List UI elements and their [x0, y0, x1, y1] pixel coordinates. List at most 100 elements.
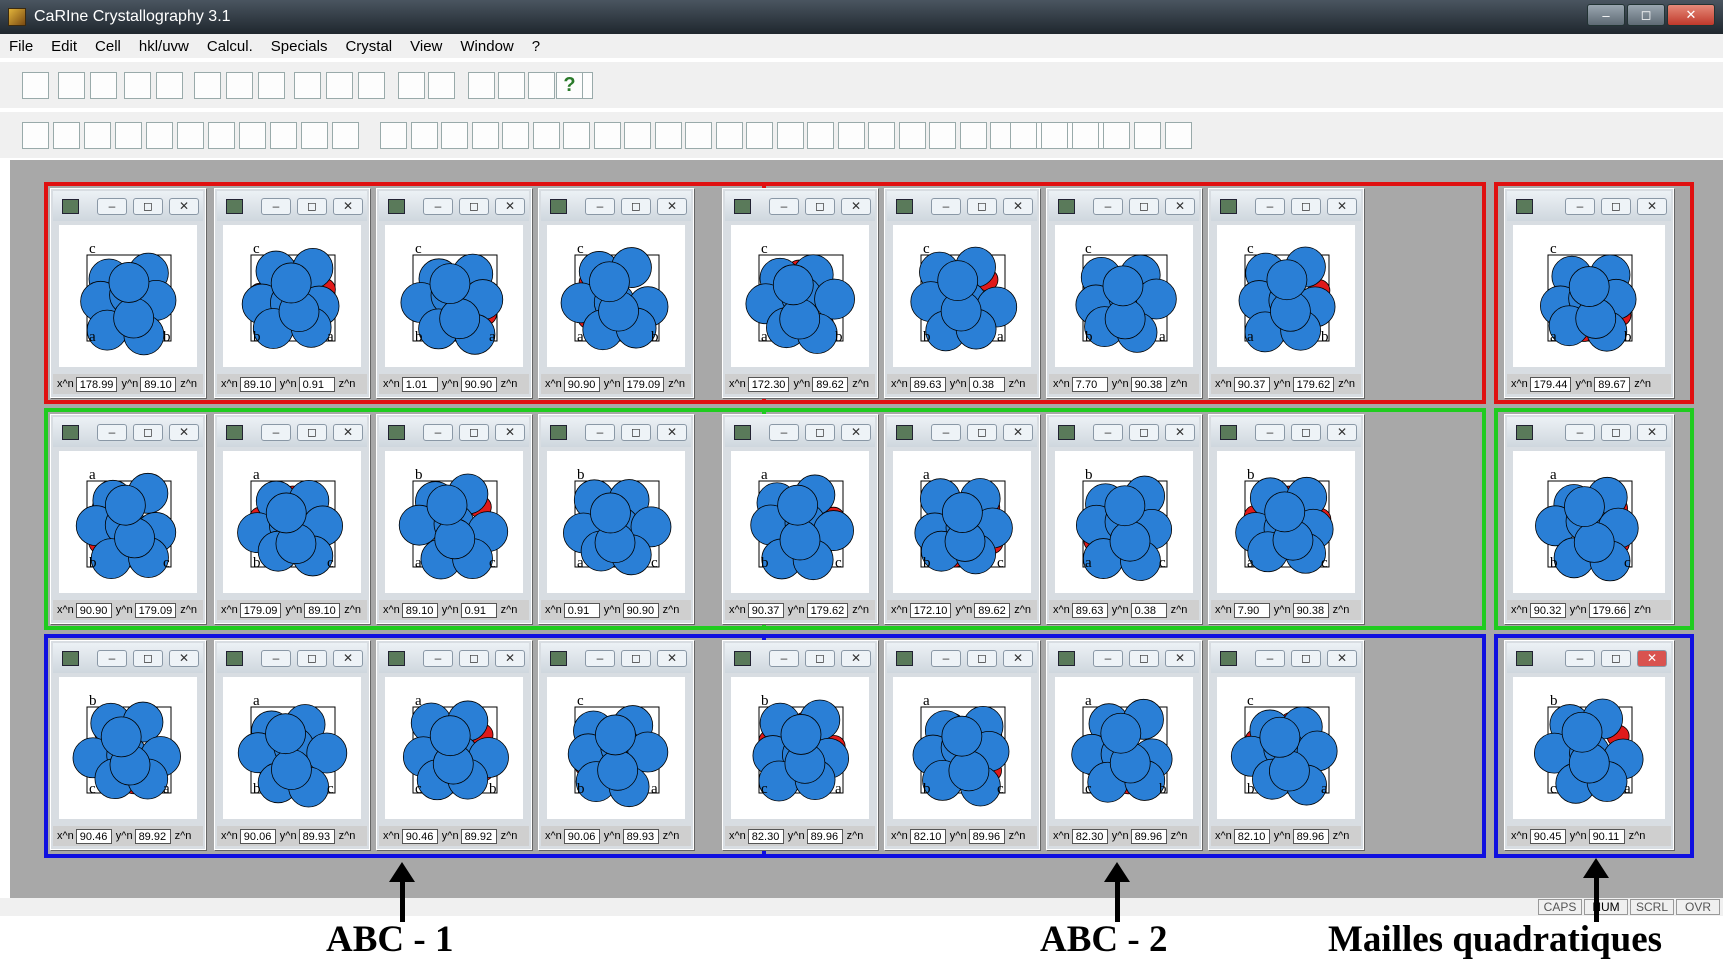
mdi-maximize-button[interactable]: ◻	[805, 650, 835, 667]
mdi-maximize-button[interactable]: ◻	[1601, 198, 1631, 215]
mdi-maximize-button[interactable]: ◻	[297, 424, 327, 441]
mdi-minimize-button[interactable]: –	[97, 424, 127, 441]
rot-x-value[interactable]: 90.90	[563, 376, 600, 392]
rot-x-value[interactable]: 7.70	[1071, 376, 1108, 392]
rot-x-value[interactable]: 82.10	[1233, 828, 1270, 844]
crystal-view-window[interactable]: – ◻ ✕ c a b x^n 178.99 y^n 89.10 z^n	[50, 188, 206, 398]
mdi-close-button[interactable]: ✕	[1003, 198, 1033, 215]
mdi-title-bar[interactable]: – ◻ ✕	[53, 417, 203, 447]
crystal-tool-29[interactable]	[899, 122, 926, 149]
crystal-view-window[interactable]: – ◻ ✕ c b a x^n 89.10 y^n 0.91 z^n	[214, 188, 370, 398]
mdi-maximize-button[interactable]: ◻	[621, 650, 651, 667]
rot-x-value[interactable]: 172.30	[747, 376, 790, 392]
mdi-minimize-button[interactable]: –	[931, 424, 961, 441]
mdi-title-bar[interactable]: – ◻ ✕	[887, 191, 1037, 221]
crystal-tool-22[interactable]	[685, 122, 712, 149]
toolbar-button-5[interactable]	[156, 72, 183, 99]
crystal-view-window[interactable]: – ◻ ✕ a b c x^n 90.06 y^n 89.93 z^n	[214, 640, 370, 850]
mdi-close-button[interactable]: ✕	[169, 198, 199, 215]
mdi-minimize-button[interactable]: –	[1093, 198, 1123, 215]
rot-x-value[interactable]: 178.99	[75, 376, 118, 392]
mdi-close-button[interactable]: ✕	[1327, 424, 1357, 441]
crystal-view-window[interactable]: – ◻ ✕ c a b x^n 179.44 y^n 89.67 z^n	[1504, 188, 1674, 398]
mdi-minimize-button[interactable]: –	[769, 198, 799, 215]
mdi-maximize-button[interactable]: ◻	[805, 198, 835, 215]
toolbar-button-6[interactable]	[194, 72, 221, 99]
mdi-title-bar[interactable]: – ◻ ✕	[725, 191, 875, 221]
crystal-view-window[interactable]: – ◻ ✕ a c b x^n 82.30 y^n 89.96 z^n	[1046, 640, 1202, 850]
mdi-close-button[interactable]: ✕	[1637, 650, 1667, 667]
rot-x-value[interactable]: 82.30	[747, 828, 784, 844]
crystal-structure-view[interactable]: a b c	[223, 451, 361, 593]
mdi-minimize-button[interactable]: –	[931, 650, 961, 667]
crystal-tool-9[interactable]	[270, 122, 297, 149]
crystal-structure-view[interactable]: a b c	[59, 451, 197, 593]
crystal-tool-30[interactable]	[929, 122, 956, 149]
mdi-maximize-button[interactable]: ◻	[1129, 650, 1159, 667]
mdi-close-button[interactable]: ✕	[841, 198, 871, 215]
crystal-structure-view[interactable]: a b c	[731, 451, 869, 593]
mdi-minimize-button[interactable]: –	[931, 198, 961, 215]
mdi-minimize-button[interactable]: –	[261, 650, 291, 667]
crystal-structure-view[interactable]: a b c	[893, 677, 1031, 819]
toolbar-button-1[interactable]	[22, 72, 49, 99]
mdi-title-bar[interactable]: – ◻ ✕	[1211, 417, 1361, 447]
crystal-tool-10[interactable]	[301, 122, 328, 149]
mdi-close-button[interactable]: ✕	[657, 650, 687, 667]
crystal-view-window[interactable]: – ◻ ✕ b a c x^n 89.10 y^n 0.91 z^n	[376, 414, 532, 624]
rot-x-value[interactable]: 89.63	[909, 376, 946, 392]
crystal-view-window[interactable]: – ◻ ✕ b c a x^n 90.45 y^n 90.11 z^n	[1504, 640, 1674, 850]
mdi-title-bar[interactable]: – ◻ ✕	[541, 417, 691, 447]
mdi-minimize-button[interactable]: –	[1565, 198, 1595, 215]
mdi-minimize-button[interactable]: –	[769, 424, 799, 441]
crystal-tool-11[interactable]	[332, 122, 359, 149]
crystal-view-window[interactable]: – ◻ ✕ c a b x^n 90.90 y^n 179.09 z^n	[538, 188, 694, 398]
mdi-minimize-button[interactable]: –	[769, 650, 799, 667]
rot-x-value[interactable]: 90.32	[1529, 602, 1566, 618]
mdi-minimize-button[interactable]: –	[423, 424, 453, 441]
crystal-structure-view[interactable]: a c b	[1055, 677, 1193, 819]
mdi-maximize-button[interactable]: ◻	[1291, 198, 1321, 215]
rot-y-value[interactable]: 89.62	[812, 376, 849, 392]
crystal-view-window[interactable]: – ◻ ✕ b a c x^n 89.63 y^n 0.38 z^n	[1046, 414, 1202, 624]
crystal-tool-15[interactable]	[472, 122, 499, 149]
minimize-button[interactable]: –	[1587, 4, 1625, 26]
crystal-structure-view[interactable]: b c a	[1513, 677, 1665, 819]
mdi-close-button[interactable]: ✕	[1003, 424, 1033, 441]
crystal-tool-21[interactable]	[655, 122, 682, 149]
crystal-view-window[interactable]: – ◻ ✕ c b a x^n 90.06 y^n 89.93 z^n	[538, 640, 694, 850]
toolbar-button-4[interactable]	[124, 72, 151, 99]
mdi-close-button[interactable]: ✕	[1165, 650, 1195, 667]
mdi-minimize-button[interactable]: –	[261, 198, 291, 215]
crystal-tool-17[interactable]	[533, 122, 560, 149]
rot-y-value[interactable]: 0.91	[460, 602, 497, 618]
mdi-minimize-button[interactable]: –	[97, 198, 127, 215]
mdi-maximize-button[interactable]: ◻	[1291, 424, 1321, 441]
menu-window[interactable]: Window	[451, 38, 522, 55]
crystal-tool-18[interactable]	[563, 122, 590, 149]
mdi-maximize-button[interactable]: ◻	[1601, 424, 1631, 441]
crystal-structure-view[interactable]: b a c	[385, 451, 523, 593]
mdi-maximize-button[interactable]: ◻	[459, 198, 489, 215]
mdi-minimize-button[interactable]: –	[423, 650, 453, 667]
mdi-maximize-button[interactable]: ◻	[133, 650, 163, 667]
mdi-close-button[interactable]: ✕	[841, 424, 871, 441]
rot-x-value[interactable]: 90.90	[75, 602, 112, 618]
mdi-maximize-button[interactable]: ◻	[805, 424, 835, 441]
crystal-view-window[interactable]: – ◻ ✕ c b a x^n 7.70 y^n 90.38 z^n	[1046, 188, 1202, 398]
rot-y-value[interactable]: 89.96	[1292, 828, 1329, 844]
mdi-title-bar[interactable]: – ◻ ✕	[379, 417, 529, 447]
mdi-maximize-button[interactable]: ◻	[133, 424, 163, 441]
mdi-title-bar[interactable]: – ◻ ✕	[217, 191, 367, 221]
crystal-tool-39[interactable]	[1103, 122, 1130, 149]
menu-hkl-uvw[interactable]: hkl/uvw	[130, 38, 198, 55]
toolbar-button-13[interactable]	[428, 72, 455, 99]
mdi-maximize-button[interactable]: ◻	[1129, 424, 1159, 441]
mdi-maximize-button[interactable]: ◻	[621, 424, 651, 441]
mdi-title-bar[interactable]: – ◻ ✕	[379, 191, 529, 221]
mdi-close-button[interactable]: ✕	[1637, 198, 1667, 215]
rot-y-value[interactable]: 90.90	[460, 376, 497, 392]
menu-calcul[interactable]: Calcul.	[198, 38, 262, 55]
rot-y-value[interactable]: 0.38	[968, 376, 1005, 392]
crystal-view-window[interactable]: – ◻ ✕ c b a x^n 82.10 y^n 89.96 z^n	[1208, 640, 1364, 850]
